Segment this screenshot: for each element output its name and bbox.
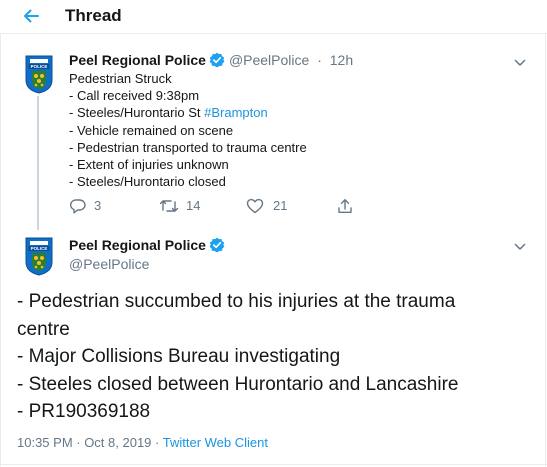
author-handle[interactable]: @PeelPolice xyxy=(69,255,149,273)
tweet-line: - Pedestrian transported to trauma centr… xyxy=(69,139,307,155)
share-icon xyxy=(338,199,352,213)
tweet-line: - Steeles/Hurontario St #Brampton xyxy=(69,104,307,121)
page-title: Thread xyxy=(65,6,122,25)
tweet-time[interactable]: 12h xyxy=(330,52,353,68)
retweet-count: 14 xyxy=(186,198,201,213)
chevron-down-icon xyxy=(514,59,526,66)
author-name[interactable]: Peel Regional Police xyxy=(69,237,206,253)
tweet-header: Peel Regional Police @PeelPolice · 12h xyxy=(69,51,353,70)
verified-badge-icon xyxy=(209,237,225,253)
tweet-header: Peel Regional Police xyxy=(69,236,225,255)
tweet-line-text: - Steeles/Hurontario St xyxy=(69,105,205,121)
police-badge-logo: POLICE xyxy=(25,55,53,94)
avatar[interactable]: POLICE xyxy=(22,54,56,94)
share-button[interactable] xyxy=(336,197,354,215)
like-count: 21 xyxy=(273,198,288,213)
client-link[interactable]: Twitter Web Client xyxy=(163,435,268,450)
tweet-line: centre xyxy=(17,318,70,340)
tweet-line: - Call received 9:38pm xyxy=(69,88,200,104)
tweet-menu-button[interactable] xyxy=(513,239,527,250)
reply-count: 3 xyxy=(94,198,102,213)
tweet-line: - Vehicle remained on scene xyxy=(69,122,234,138)
arrow-left-icon xyxy=(24,9,39,23)
tweet-meta: 10:35 PM · Oct 8, 2019 · Twitter Web Cli… xyxy=(17,435,268,451)
thread-connector-line xyxy=(37,96,39,230)
author-handle[interactable]: @PeelPolice xyxy=(229,52,309,68)
avatar[interactable]: POLICE xyxy=(22,236,56,276)
svg-text:POLICE: POLICE xyxy=(31,64,48,69)
tweet-text: - Pedestrian succumbed to his injuries a… xyxy=(17,288,537,426)
retweet-icon xyxy=(159,200,179,212)
thread-header: Thread xyxy=(0,0,547,34)
back-button[interactable] xyxy=(18,4,44,28)
tweet-text: Pedestrian Struck - Call received 9:38pm… xyxy=(69,70,307,190)
hashtag-link[interactable]: #Brampton xyxy=(204,105,268,120)
police-badge-logo: POLICE xyxy=(25,237,53,276)
tweet-line: - Major Collisions Bureau investigating xyxy=(17,346,341,367)
tweet-line: - Steeles closed between Hurontario and … xyxy=(17,373,459,395)
tweet-line: Pedestrian Struck xyxy=(69,71,172,86)
time-separator: · xyxy=(313,52,326,68)
tweet-line: - Extent of injuries unknown xyxy=(69,157,229,173)
verified-badge-icon xyxy=(209,52,225,68)
chevron-down-icon xyxy=(514,243,526,250)
reply-icon xyxy=(69,199,86,214)
divider xyxy=(0,464,547,465)
tweet-line: - PR190369188 xyxy=(17,401,151,422)
column-border-right xyxy=(545,34,546,467)
tweet-menu-button[interactable] xyxy=(513,55,527,66)
meta-separator: · xyxy=(151,435,163,450)
column-border-left xyxy=(0,34,1,467)
tweet-line: - Pedestrian succumbed to his injuries a… xyxy=(17,291,456,312)
tweet-timestamp[interactable]: 10:35 PM · Oct 8, 2019 xyxy=(17,435,151,450)
heart-icon xyxy=(246,198,264,214)
author-name[interactable]: Peel Regional Police xyxy=(69,52,206,68)
tweet-line: - Steeles/Hurontario closed xyxy=(69,174,226,190)
svg-text:POLICE: POLICE xyxy=(31,246,48,251)
